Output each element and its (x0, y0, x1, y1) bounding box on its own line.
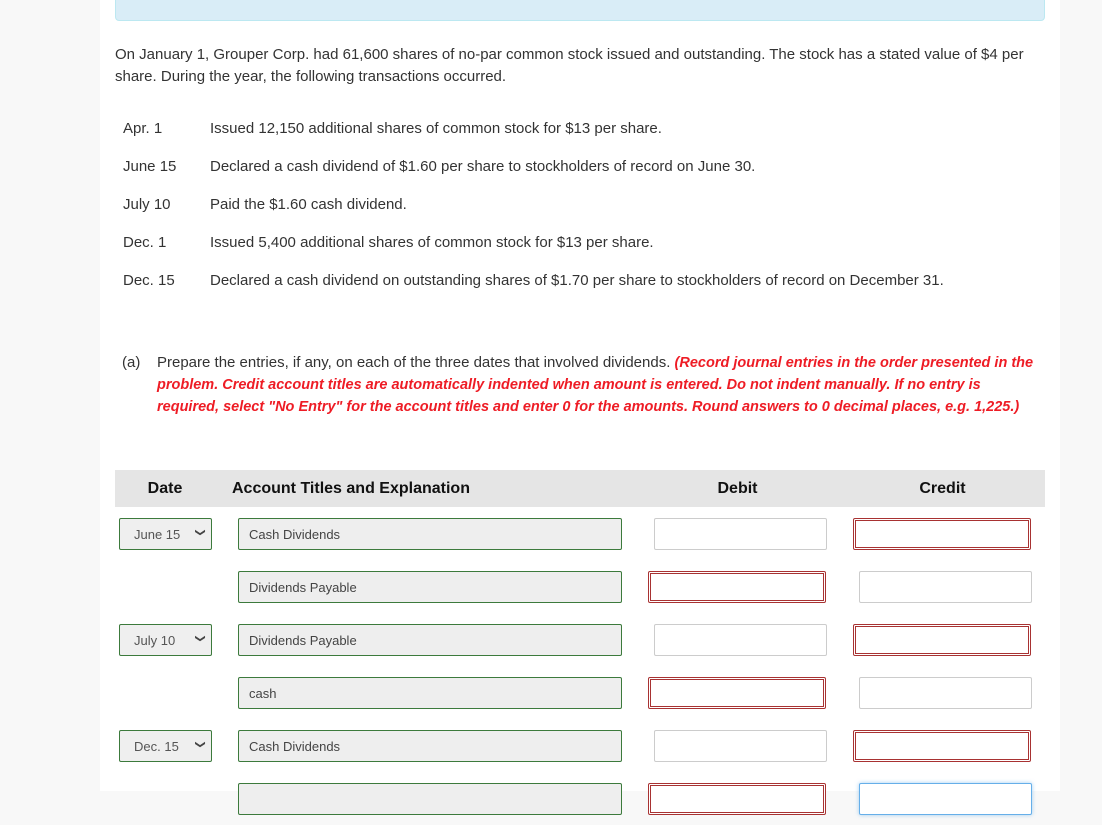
transaction-date: Apr. 1 (123, 120, 163, 137)
debit-input[interactable] (654, 624, 827, 656)
date-select-value: Dec. 15 (134, 738, 179, 754)
account-title-input[interactable]: Cash Dividends (238, 730, 622, 762)
transaction-date: Dec. 15 (123, 272, 175, 289)
table-row (115, 772, 1045, 825)
account-title-input[interactable]: Cash Dividends (238, 518, 622, 550)
debit-input[interactable] (648, 571, 826, 603)
problem-intro: On January 1, Grouper Corp. had 61,600 s… (115, 46, 1024, 85)
date-select-value: June 15 (134, 526, 181, 542)
part-a-prompt: (a) Prepare the entries, if any, on each… (122, 352, 1042, 418)
credit-input[interactable] (859, 571, 1032, 603)
debit-input[interactable] (648, 677, 826, 709)
journal-entry-table: Date Account Titles and Explanation Debi… (115, 470, 1045, 825)
table-header: Date Account Titles and Explanation Debi… (115, 470, 1045, 507)
transaction-date: July 10 (123, 196, 171, 213)
header-credit: Credit (919, 479, 966, 497)
transaction-desc: Declared a cash dividend of $1.60 per sh… (210, 158, 756, 175)
part-question: Prepare the entries, if any, on each of … (157, 354, 675, 371)
header-date: Date (147, 479, 183, 497)
table-row: Dividends Payable (115, 560, 1045, 613)
account-title-input[interactable]: Dividends Payable (238, 571, 622, 603)
transaction-date: June 15 (123, 158, 177, 175)
credit-input[interactable] (859, 677, 1032, 709)
transaction-row: Dec. 15 Declared a cash dividend on outs… (123, 270, 1043, 308)
account-title-input[interactable]: cash (238, 677, 622, 709)
account-title-input[interactable] (238, 783, 622, 815)
credit-input[interactable] (853, 518, 1031, 550)
chevron-down-icon: ❯ (194, 634, 206, 643)
debit-input[interactable] (654, 730, 827, 762)
table-row: July 10 ❯ Dividends Payable (115, 613, 1045, 666)
feedback-banner: Your answer is partially correct. (115, 0, 1045, 21)
transaction-row: Apr. 1 Issued 12,150 additional shares o… (123, 118, 1043, 156)
header-debit: Debit (717, 479, 758, 497)
credit-input[interactable] (859, 783, 1032, 815)
date-select[interactable]: Dec. 15 ❯ (119, 730, 212, 762)
transaction-desc: Declared a cash dividend on outstanding … (210, 272, 944, 289)
table-row: June 15 ❯ Cash Dividends (115, 507, 1045, 560)
account-title-input[interactable]: Dividends Payable (238, 624, 622, 656)
part-label: (a) (122, 354, 141, 371)
credit-input[interactable] (853, 624, 1031, 656)
transaction-desc: Issued 12,150 additional shares of commo… (210, 120, 662, 137)
transaction-desc: Paid the $1.60 cash dividend. (210, 196, 407, 213)
chevron-down-icon: ❯ (194, 740, 206, 749)
transaction-row: June 15 Declared a cash dividend of $1.6… (123, 156, 1043, 194)
question-page: Your answer is partially correct. On Jan… (100, 0, 1060, 815)
credit-input[interactable] (853, 730, 1031, 762)
table-row: cash (115, 666, 1045, 719)
chevron-down-icon: ❯ (194, 528, 206, 537)
debit-input[interactable] (654, 518, 827, 550)
date-select-value: July 10 (134, 632, 176, 648)
date-select[interactable]: June 15 ❯ (119, 518, 212, 550)
debit-input[interactable] (648, 783, 826, 815)
date-select[interactable]: July 10 ❯ (119, 624, 212, 656)
part-text: Prepare the entries, if any, on each of … (157, 352, 1042, 418)
transaction-row: July 10 Paid the $1.60 cash dividend. (123, 194, 1043, 232)
header-account: Account Titles and Explanation (232, 479, 470, 497)
transaction-list: Apr. 1 Issued 12,150 additional shares o… (123, 118, 1043, 308)
transaction-row: Dec. 1 Issued 5,400 additional shares of… (123, 232, 1043, 270)
transaction-date: Dec. 1 (123, 234, 167, 251)
transaction-desc: Issued 5,400 additional shares of common… (210, 234, 654, 251)
table-row: Dec. 15 ❯ Cash Dividends (115, 719, 1045, 772)
